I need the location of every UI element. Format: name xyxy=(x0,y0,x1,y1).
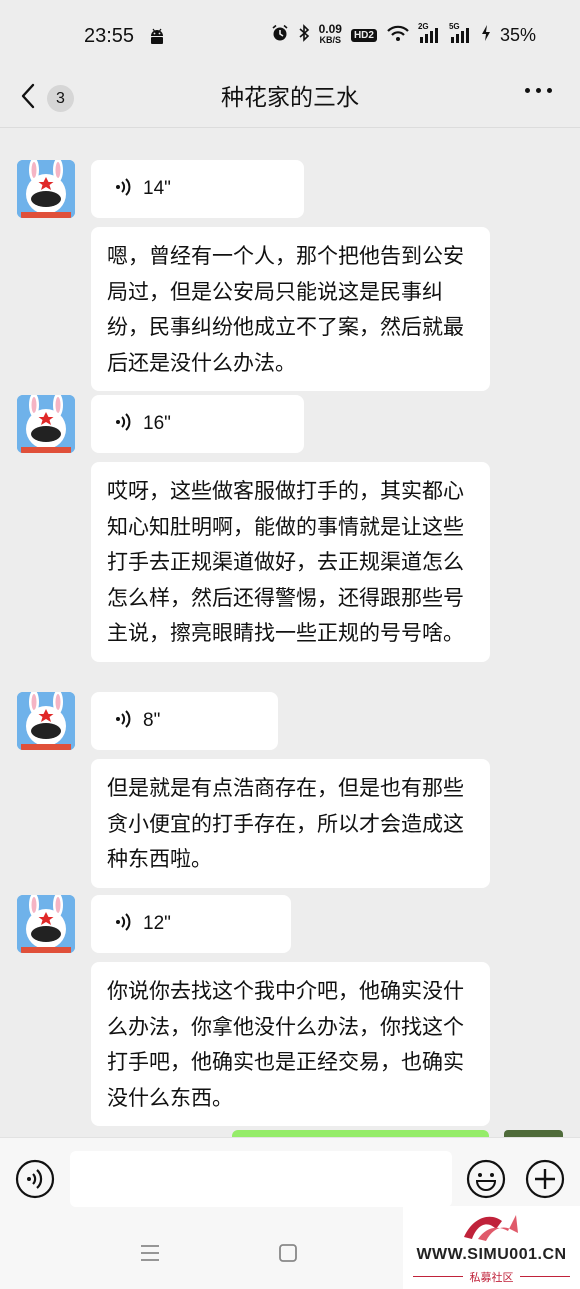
watermark-logo xyxy=(458,1209,524,1249)
android-icon xyxy=(148,28,166,50)
watermark-subtitle: 私募社区 xyxy=(469,1271,514,1284)
watermark: WWW.SIMU001.CN 私募社区 xyxy=(403,1206,580,1289)
sim2-label: 5G xyxy=(448,22,460,31)
status-bar: 23:55 0.09 KB/S HD2 2G 5G 35% xyxy=(0,0,580,72)
nav-menu-icon[interactable] xyxy=(140,1243,160,1267)
chat-title: 种花家的三水 xyxy=(221,84,359,110)
hd-badge: HD2 xyxy=(350,28,377,42)
battery-percent: 35% xyxy=(499,24,536,45)
watermark-url: WWW.SIMU001.CN xyxy=(416,1246,567,1263)
voice-toggle-icon[interactable] xyxy=(15,1159,55,1203)
nav-home-icon[interactable] xyxy=(278,1243,298,1267)
voice-duration: 12" xyxy=(143,913,171,934)
alarm-icon xyxy=(271,24,289,46)
bluetooth-icon xyxy=(298,24,310,46)
avatar[interactable] xyxy=(17,160,75,218)
voice-wave-icon xyxy=(115,177,131,201)
voice-duration: 16" xyxy=(143,413,171,434)
text-message[interactable]: 但是就是有点浩商存在，但是也有那些贪小便宜的打手存在，所以才会造成这种东西啦。 xyxy=(91,759,490,888)
net-speed: 0.09 KB/S xyxy=(318,22,342,46)
voice-wave-icon xyxy=(115,709,131,733)
net-speed-unit: KB/S xyxy=(319,35,342,45)
avatar[interactable] xyxy=(17,895,75,953)
voice-message[interactable]: 14" xyxy=(91,160,304,218)
voice-message[interactable]: 12" xyxy=(91,895,291,953)
voice-message[interactable]: 8" xyxy=(91,692,278,750)
chat-header: 3 种花家的三水 xyxy=(0,72,580,128)
more-icon[interactable] xyxy=(525,88,552,93)
charging-icon xyxy=(481,24,491,46)
message-input[interactable] xyxy=(70,1151,452,1207)
net-speed-value: 0.09 xyxy=(318,22,342,36)
watermark-rule xyxy=(520,1276,570,1277)
voice-duration: 8" xyxy=(143,710,161,731)
wifi-icon xyxy=(386,24,410,46)
status-time: 23:55 xyxy=(84,25,135,47)
plus-icon[interactable] xyxy=(525,1159,565,1203)
voice-wave-icon xyxy=(115,412,131,436)
signal-icon: 5G xyxy=(449,22,472,44)
signal-icon: 2G xyxy=(418,22,441,44)
avatar[interactable] xyxy=(17,395,75,453)
voice-message[interactable]: 16" xyxy=(91,395,304,453)
voice-wave-icon xyxy=(115,912,131,936)
text-message[interactable]: 哎呀，这些做客服做打手的，其实都心知心知肚明啊，能做的事情就是让这些打手去正规渠… xyxy=(91,462,490,662)
text-message[interactable]: 你说你去找这个我中介吧，他确实没什么办法，你拿他没什么办法，你找这个打手吧，他确… xyxy=(91,962,490,1126)
text-message[interactable]: 嗯，曾经有一个人，那个把他告到公安局过，但是公安局只能说这是民事纠纷，民事纠纷他… xyxy=(91,227,490,391)
emoji-icon[interactable] xyxy=(466,1159,506,1203)
avatar[interactable] xyxy=(17,692,75,750)
sim1-label: 2G xyxy=(417,22,429,31)
voice-duration: 14" xyxy=(143,178,171,199)
